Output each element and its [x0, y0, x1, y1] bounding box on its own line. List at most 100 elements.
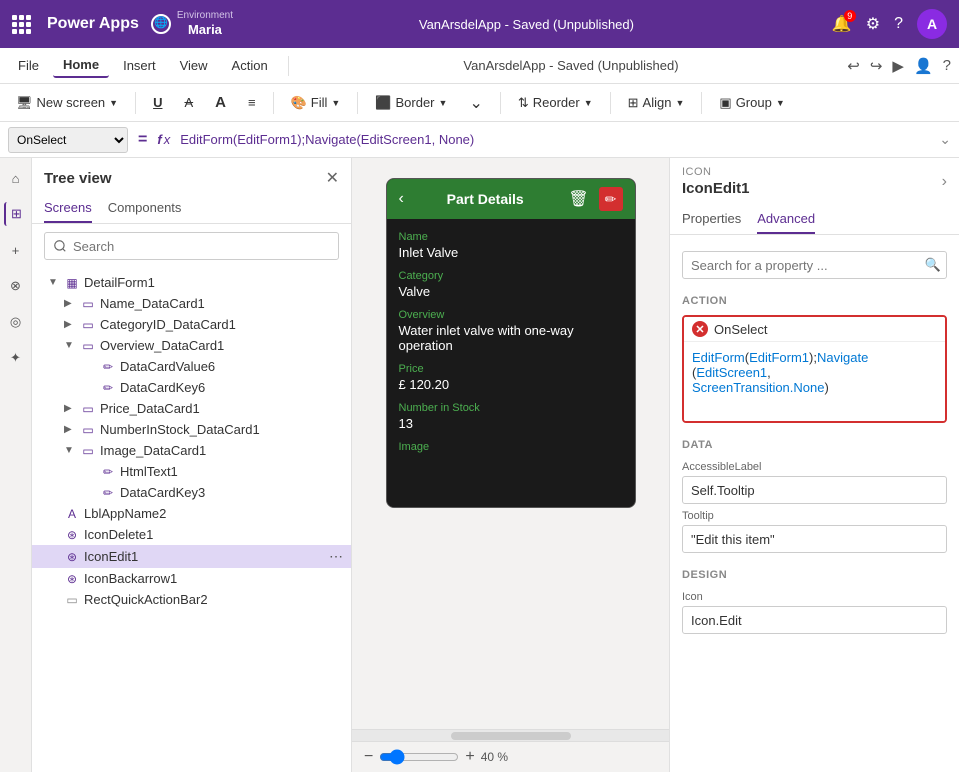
chevron-down-icon: ▼ [48, 277, 60, 288]
property-search-input[interactable] [682, 251, 947, 279]
list-item[interactable]: ▼ ▦ DetailForm1 [32, 272, 351, 293]
redo-icon[interactable]: ↪ [870, 57, 883, 75]
tab-components[interactable]: Components [108, 194, 182, 223]
waffle-icon[interactable] [12, 15, 31, 34]
border-button[interactable]: ⬛ Border ▼ [367, 92, 455, 114]
more-icon[interactable]: ⋯ [329, 548, 343, 565]
person-icon[interactable]: 👤 [914, 57, 933, 75]
zoom-minus[interactable]: − [364, 748, 373, 766]
undo-icon[interactable]: ↩ [847, 57, 860, 75]
new-screen-button[interactable]: 🖥 New screen ▼ [8, 92, 126, 114]
reorder-button[interactable]: ⇅ Reorder ▼ [510, 92, 601, 114]
help-menu-icon[interactable]: ? [943, 57, 951, 74]
avatar[interactable]: A [917, 9, 947, 39]
list-item[interactable]: ▶ ▭ CategoryID_DataCard1 [32, 314, 351, 335]
item-label: HtmlText1 [120, 464, 343, 479]
help-icon[interactable]: ? [894, 15, 903, 33]
tab-screens[interactable]: Screens [44, 194, 92, 223]
sidebar-icon-home[interactable]: ⌂ [4, 166, 28, 190]
accessible-label-input[interactable] [682, 476, 947, 504]
menu-home[interactable]: Home [53, 53, 109, 78]
chevron-right-icon: ▶ [64, 319, 76, 330]
underline-button[interactable]: U [145, 92, 170, 113]
code-closeparen: ) [824, 380, 828, 395]
back-button[interactable]: ‹ [399, 190, 404, 208]
list-item[interactable]: A LblAppName2 [32, 503, 351, 524]
onselect-code-block[interactable]: EditForm(EditForm1);Navigate (EditScreen… [684, 341, 945, 421]
sidebar-icon-add[interactable]: + [4, 238, 28, 262]
border-icon: ⬛ [375, 95, 391, 111]
list-item[interactable]: ✏ DataCardKey6 [32, 377, 351, 398]
menu-file[interactable]: File [8, 54, 49, 77]
sidebar-icons: ⌂ ⊞ + ⊗ ◎ ✦ [0, 158, 32, 772]
delete-icon-button[interactable]: 🗑 [567, 187, 591, 211]
item-label: LblAppName2 [84, 506, 343, 521]
list-item[interactable]: ▶ ▭ Name_DataCard1 [32, 293, 351, 314]
phone-content: Name Inlet Valve Category Valve Overview… [387, 219, 635, 507]
action-section-title: ACTION [670, 287, 959, 311]
sidebar-icon-data[interactable]: ⊗ [4, 274, 28, 298]
list-item[interactable]: ✏ DataCardValue6 [32, 356, 351, 377]
sidebar-icon-media[interactable]: ◎ [4, 310, 28, 334]
html-icon: ✏ [100, 465, 116, 479]
tab-advanced[interactable]: Advanced [757, 205, 815, 234]
down-arrow-button[interactable]: ⌄ [461, 90, 490, 116]
item-label: Overview_DataCard1 [100, 338, 343, 353]
edit-icon-button[interactable]: ✏ [599, 187, 623, 211]
hscroll-thumb[interactable] [451, 732, 571, 740]
chevron-down-icon: ▼ [64, 340, 76, 351]
tree-close-button[interactable]: ✕ [326, 168, 339, 188]
align-icon: ⊞ [628, 95, 639, 111]
item-label: IconBackarrow1 [84, 571, 343, 586]
menu-view[interactable]: View [170, 54, 218, 77]
onselect-label: OnSelect [714, 322, 767, 337]
zoom-slider[interactable] [379, 749, 459, 765]
canvas-container: ‹ Part Details 🗑 ✏ Name Inlet Valve Cate… [352, 158, 669, 772]
notifications-icon[interactable]: 🔔 9 [832, 14, 852, 34]
list-item[interactable]: ⊛ IconBackarrow1 [32, 568, 351, 589]
item-label: DataCardKey3 [120, 485, 343, 500]
field-label-stock: Number in Stock [399, 402, 623, 414]
group-button[interactable]: ▣ Group ▼ [711, 92, 792, 114]
list-item[interactable]: ⊛ IconEdit1 ⋯ [32, 545, 351, 568]
settings-icon[interactable]: ⚙ [866, 14, 880, 34]
list-item[interactable]: ▭ RectQuickActionBar2 [32, 589, 351, 610]
list-item[interactable]: ▼ ▭ Image_DataCard1 [32, 440, 351, 461]
border-chevron: ▼ [439, 98, 448, 108]
list-item[interactable]: ▶ ▭ NumberInStock_DataCard1 [32, 419, 351, 440]
canvas-hscrollbar[interactable] [352, 729, 669, 741]
phone-header: ‹ Part Details 🗑 ✏ [387, 179, 635, 219]
menu-insert[interactable]: Insert [113, 54, 166, 77]
zoom-plus[interactable]: + [465, 748, 474, 766]
icon-value-input[interactable] [682, 606, 947, 634]
list-item[interactable]: ▼ ▭ Overview_DataCard1 [32, 335, 351, 356]
list-item[interactable]: ✏ HtmlText1 [32, 461, 351, 482]
align-button[interactable]: ⊞ Align ▼ [620, 92, 693, 114]
list-item[interactable]: ✏ DataCardKey3 [32, 482, 351, 503]
list-item[interactable]: ▶ ▭ Price_DataCard1 [32, 398, 351, 419]
play-icon[interactable]: ▶ [892, 57, 904, 75]
formula-input[interactable]: EditForm(EditForm1);Navigate(EditScreen1… [176, 130, 933, 149]
icon-field: Icon [682, 591, 947, 634]
formula-expand-icon[interactable]: ⌄ [939, 131, 951, 148]
menu-action[interactable]: Action [222, 54, 278, 77]
panel-expand-icon[interactable]: › [942, 173, 947, 191]
property-select[interactable]: OnSelect [8, 127, 128, 153]
align-text-button[interactable]: ≡ [240, 92, 264, 113]
card-icon: ▭ [80, 444, 96, 458]
section-label: ICON [682, 166, 750, 178]
icon-item-icon: ⊛ [64, 572, 80, 586]
field-label-overview: Overview [399, 309, 623, 321]
fx-button[interactable]: f x [157, 132, 170, 147]
tree-search-input[interactable] [44, 232, 339, 260]
tooltip-input[interactable] [682, 525, 947, 553]
reorder-icon: ⇅ [518, 95, 529, 111]
list-item[interactable]: ⊛ IconDelete1 [32, 524, 351, 545]
tab-properties[interactable]: Properties [682, 205, 741, 234]
strikethrough-button[interactable]: A [176, 92, 201, 113]
sidebar-icon-layers[interactable]: ⊞ [4, 202, 28, 226]
fill-button[interactable]: 🎨 Fill ▼ [283, 92, 349, 114]
font-size-button[interactable]: A [207, 91, 234, 114]
card-icon: ▭ [80, 318, 96, 332]
sidebar-icon-tools[interactable]: ✦ [4, 346, 28, 370]
